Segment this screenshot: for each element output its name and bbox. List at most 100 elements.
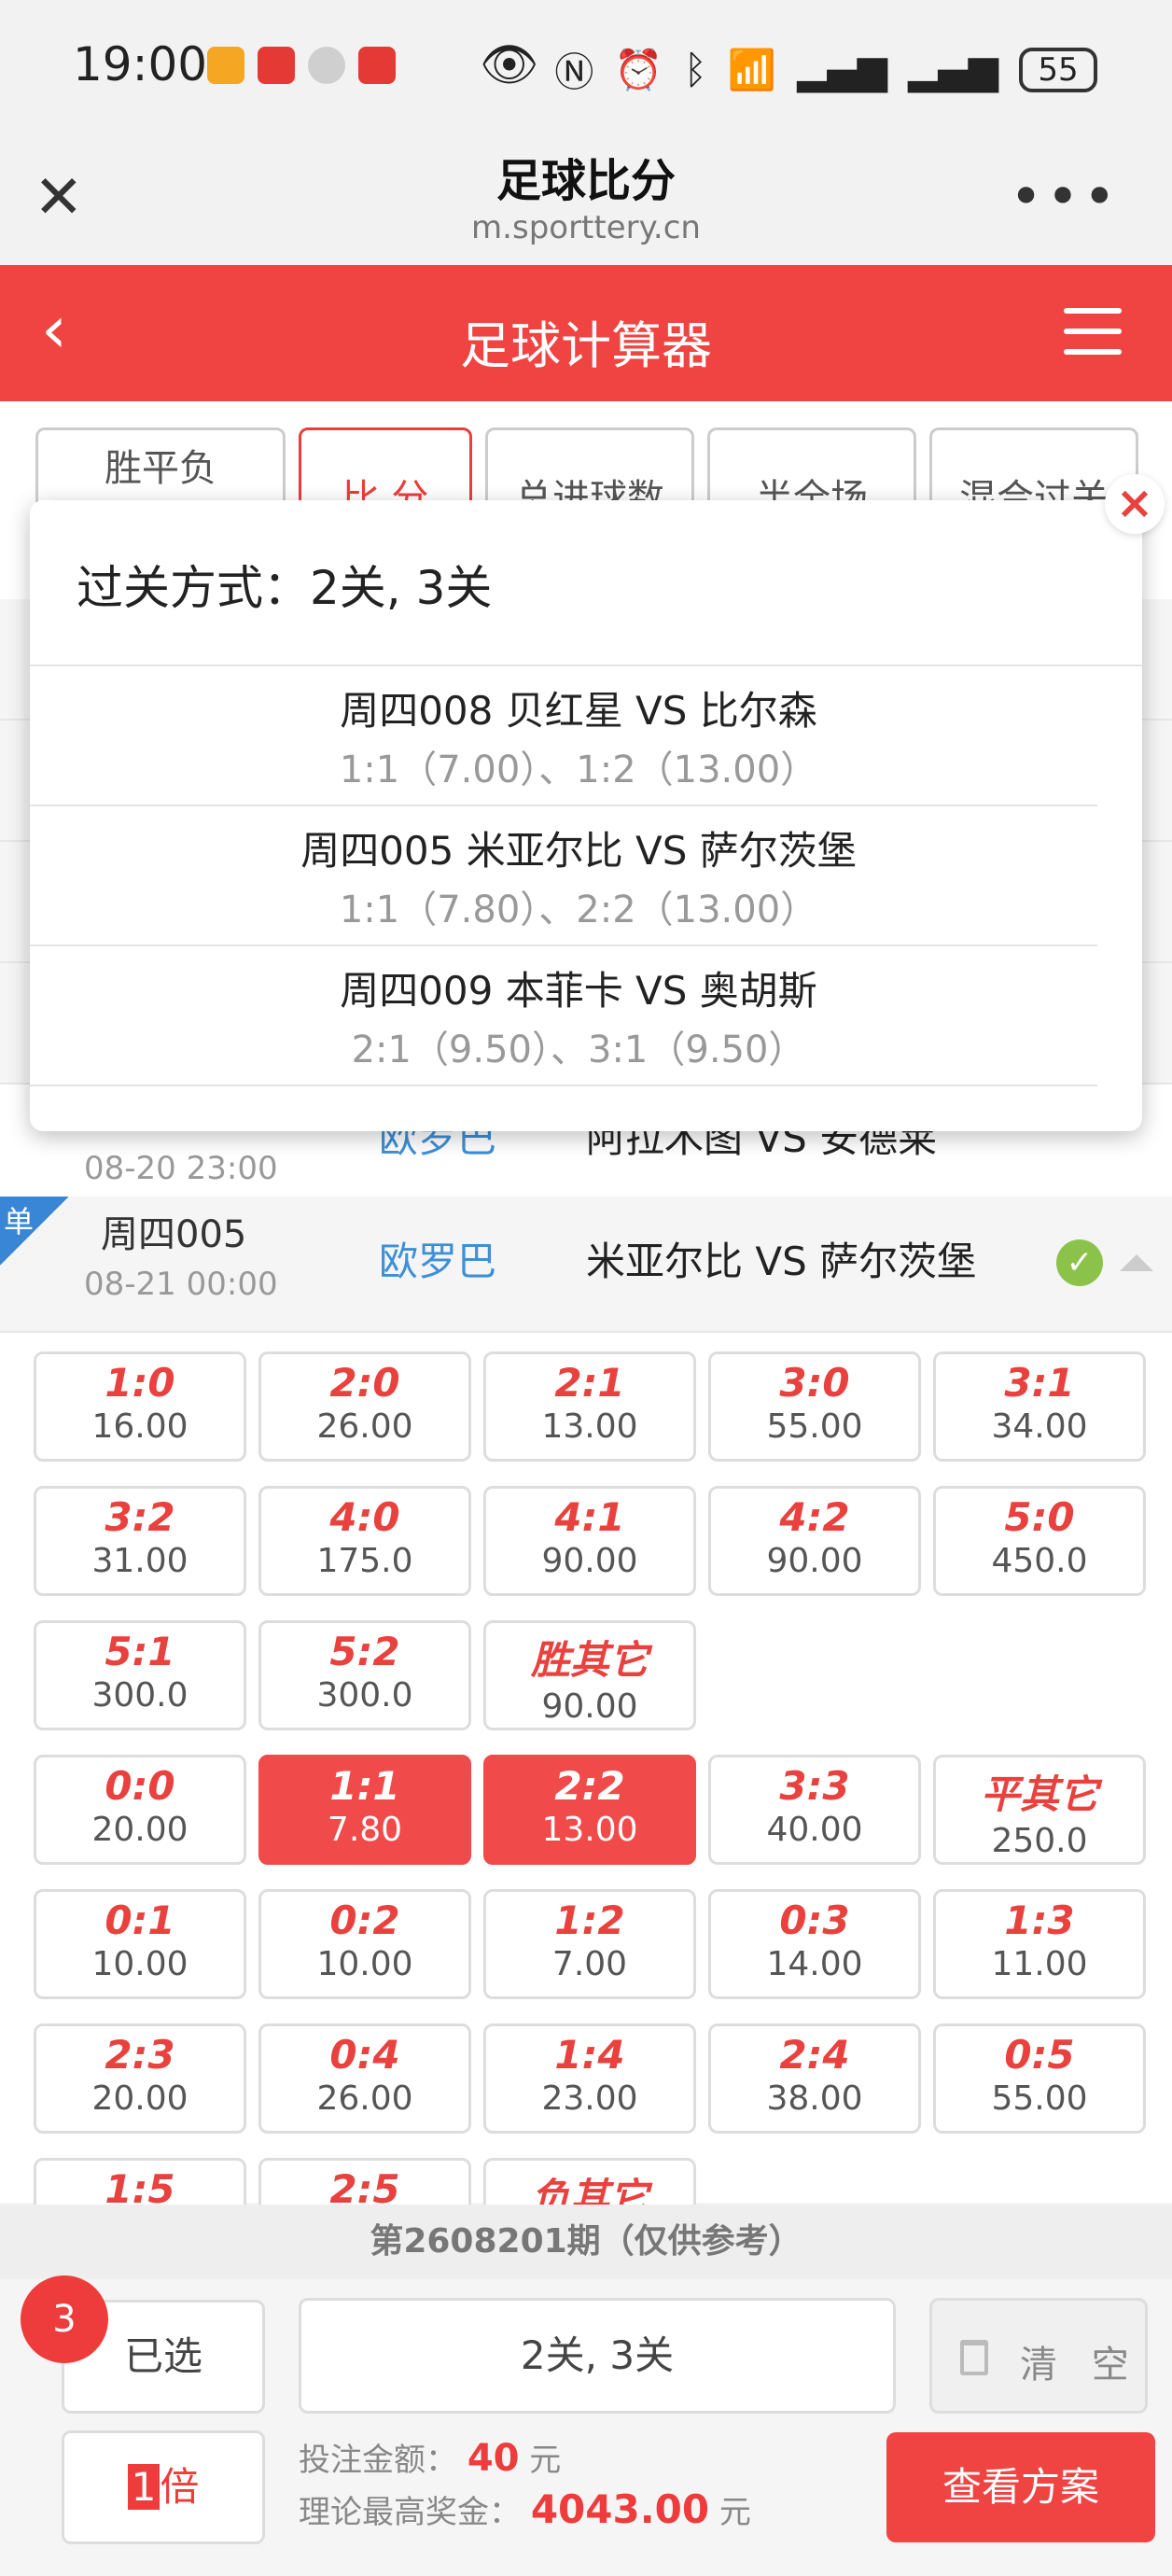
popup-close-icon[interactable]: × [1105, 474, 1165, 534]
app-navbar: ‹ 足球计算器 [0, 265, 1172, 401]
odds-score: 0:5 [1004, 2032, 1075, 2078]
odds-score: 1:2 [554, 1897, 625, 1943]
odds-value: 26.00 [316, 2079, 413, 2118]
odds-cell[interactable]: 1:4 23.00 [483, 2023, 696, 2134]
odds-value: 300.0 [91, 1676, 188, 1715]
odds-score: 4:0 [329, 1494, 400, 1540]
app-notification-icon [358, 47, 396, 84]
odds-value: 300.0 [316, 1676, 413, 1715]
odds-cell[interactable]: 1:1 7.80 [258, 1755, 471, 1865]
odds-value: 90.00 [766, 1542, 863, 1580]
odds-cell[interactable]: 2:3 20.00 [34, 2023, 246, 2134]
odds-cell[interactable]: 胜其它 90.00 [483, 1620, 696, 1730]
odds-value: 31.00 [91, 1542, 188, 1580]
odds-cell[interactable]: 0:2 10.00 [258, 1889, 471, 1999]
odds-cell[interactable]: 2:0 26.00 [258, 1351, 471, 1462]
pass-method-button[interactable]: 2关, 3关 [299, 2298, 896, 2414]
odds-cell[interactable]: 0:5 55.00 [933, 2023, 1146, 2134]
odds-score: 3:1 [1004, 1360, 1075, 1406]
odds-cell[interactable]: 3:1 34.00 [933, 1351, 1146, 1462]
popup-match-selection: 1:1（7.00）、1:2（13.00） [339, 749, 818, 791]
odds-cell[interactable]: 4:2 90.00 [708, 1486, 921, 1596]
clear-button[interactable]: 清 空 [929, 2298, 1148, 2414]
trash-icon [960, 2340, 988, 2375]
odds-cell[interactable]: 5:1 300.0 [34, 1620, 246, 1730]
odds-score: 2:3 [105, 2032, 175, 2078]
odds-value: 90.00 [541, 1687, 638, 1726]
odds-cell[interactable]: 0:3 14.00 [708, 1889, 921, 1999]
odds-cell[interactable]: 平其它 250.0 [933, 1755, 1146, 1865]
odds-score: 2:1 [554, 1360, 625, 1406]
odds-cell[interactable]: 3:2 31.00 [34, 1486, 246, 1596]
odds-value: 14.00 [766, 1945, 863, 1983]
odds-cell[interactable]: 0:4 26.00 [258, 2023, 471, 2134]
odds-cell[interactable]: 5:0 450.0 [933, 1486, 1146, 1596]
odds-cell[interactable]: 3:3 40.00 [708, 1755, 921, 1865]
odds-cell[interactable]: 2:4 38.00 [708, 2023, 921, 2134]
odds-cell[interactable]: 1:2 7.00 [483, 1889, 696, 1999]
divider [30, 945, 1097, 946]
odds-value: 10.00 [316, 1945, 413, 1983]
odds-cell[interactable]: 2:5 [258, 2158, 471, 2205]
odds-cell[interactable]: 0:0 20.00 [34, 1755, 246, 1865]
odds-score: 负其它 [530, 2175, 649, 2205]
odds-score: 0:2 [329, 1897, 400, 1943]
odds-cell[interactable]: 1:0 16.00 [34, 1351, 246, 1462]
odds-cell[interactable]: 1:3 11.00 [933, 1889, 1146, 1999]
odds-score: 1:3 [1004, 1897, 1075, 1943]
max-prize-label: 理论最高奖金： [299, 2494, 521, 2531]
odds-score: 3:2 [105, 1494, 175, 1540]
odds-score: 1:4 [554, 2032, 625, 2078]
odds-value: 90.00 [541, 1542, 638, 1580]
popup-title: 过关方式：2关, 3关 [77, 561, 493, 615]
odds-score: 0:0 [105, 1763, 175, 1809]
popup-match-selection: 1:1（7.80）、2:2（13.00） [339, 889, 818, 931]
odds-score: 3:3 [779, 1763, 850, 1809]
odds-cell[interactable]: 5:2 300.0 [258, 1620, 471, 1730]
more-icon[interactable]: ••• [1010, 164, 1120, 230]
odds-score: 4:1 [554, 1494, 625, 1540]
menu-icon[interactable] [1064, 306, 1122, 357]
popup-match-selection: 2:1（9.50）、3:1（9.50） [351, 1029, 806, 1071]
max-prize-value: 4043.00 [530, 2486, 710, 2532]
bluetooth-icon: ᛒ [683, 47, 707, 92]
bet-amount-unit: 元 [529, 2442, 562, 2479]
odds-value: 55.00 [991, 2079, 1088, 2118]
divider [30, 805, 1097, 806]
odds-score: 2:5 [329, 2166, 400, 2205]
odds-score: 1:5 [105, 2166, 175, 2205]
status-indicators: Ⓝ ⏰ ᛒ 📶 ▂▄▆ ▂▄▆ 55 [554, 41, 1097, 98]
odds-value: 250.0 [991, 1822, 1088, 1860]
odds-cell[interactable]: 1:5 [34, 2158, 246, 2205]
view-plan-button[interactable]: 查看方案 [886, 2432, 1155, 2542]
odds-value: 20.00 [91, 1811, 188, 1849]
odds-value: 10.00 [91, 1945, 188, 1983]
odds-score: 3:0 [779, 1360, 850, 1406]
odds-cell[interactable]: 3:0 55.00 [708, 1351, 921, 1462]
odds-cell[interactable]: 2:1 13.00 [483, 1351, 696, 1462]
period-info: 第2608201期（仅供参考） [0, 2205, 1172, 2279]
odds-value: 55.00 [766, 1407, 863, 1446]
wifi-icon: 📶 [727, 46, 777, 92]
odds-value: 26.00 [316, 1407, 413, 1446]
multiplier-input[interactable]: 1倍 [62, 2430, 265, 2544]
odds-score: 5:1 [105, 1629, 175, 1674]
odds-value: 38.00 [766, 2079, 863, 2118]
odds-cell[interactable]: 负其它 [483, 2158, 696, 2205]
odds-cell[interactable]: 4:1 90.00 [483, 1486, 696, 1596]
odds-cell[interactable]: 4:0 175.0 [258, 1486, 471, 1596]
app-notification-icon [258, 47, 295, 84]
odds-score: 4:2 [779, 1494, 850, 1540]
odds-score: 平其它 [980, 1771, 1098, 1817]
status-app-icons [207, 47, 396, 84]
clear-label: 清 空 [1020, 2344, 1140, 2387]
odds-value: 7.80 [327, 1811, 403, 1849]
odds-cell[interactable]: 0:1 10.00 [34, 1889, 246, 1999]
nfc-icon: Ⓝ [554, 49, 594, 95]
odds-score: 2:0 [329, 1360, 400, 1406]
odds-cell[interactable]: 2:2 13.00 [483, 1755, 696, 1865]
odds-score: 0:3 [779, 1897, 850, 1943]
odds-value: 23.00 [541, 2079, 638, 2118]
odds-score: 1:1 [329, 1763, 400, 1809]
alarm-icon: ⏰ [614, 46, 663, 92]
